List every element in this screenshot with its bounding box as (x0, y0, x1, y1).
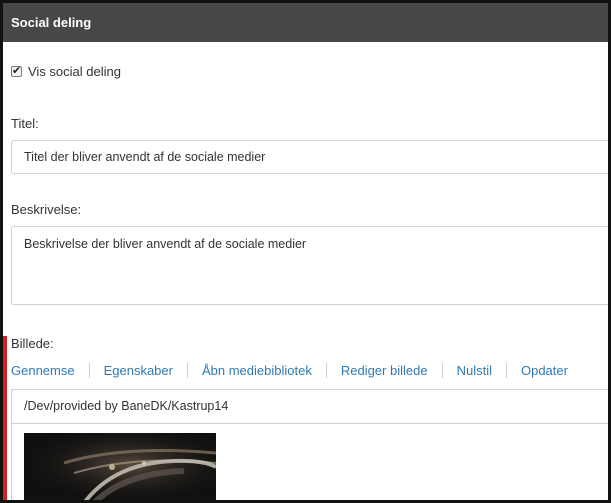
image-preview-area (11, 423, 608, 500)
toolbar-divider (88, 363, 90, 378)
reset-button[interactable]: Nulstil (457, 363, 492, 378)
image-path: /Dev/provided by BaneDK/Kastrup14 (11, 389, 608, 423)
image-toolbar: Gennemse Egenskaber Åbn mediebibliotek R… (11, 363, 568, 378)
validation-marker (3, 336, 7, 500)
description-label: Beskrivelse: (11, 202, 82, 217)
update-button[interactable]: Opdater (521, 363, 568, 378)
edit-image-button[interactable]: Rediger billede (341, 363, 428, 378)
image-label: Billede: (11, 336, 54, 351)
thumbnail-graphic (24, 433, 216, 500)
image-field: Billede: Gennemse Egenskaber Åbn mediebi… (3, 336, 608, 500)
toolbar-divider (441, 363, 443, 378)
description-textarea[interactable]: Beskrivelse der bliver anvendt af de soc… (11, 226, 608, 305)
image-thumbnail[interactable] (24, 433, 216, 500)
social-sharing-panel: Social deling Vis social deling Titel: T… (0, 0, 611, 503)
toolbar-divider (186, 363, 188, 378)
toolbar-divider (325, 363, 327, 378)
show-social-label: Vis social deling (28, 64, 121, 79)
title-input[interactable]: Titel der bliver anvendt af de sociale m… (11, 140, 608, 174)
panel-header: Social deling (3, 3, 608, 42)
title-label: Titel: (11, 116, 39, 131)
browse-button[interactable]: Gennemse (11, 363, 75, 378)
show-social-checkbox[interactable] (11, 64, 22, 77)
toolbar-divider (505, 363, 507, 378)
open-media-library-button[interactable]: Åbn mediebibliotek (202, 363, 312, 378)
show-social-row[interactable]: Vis social deling (11, 64, 121, 79)
properties-button[interactable]: Egenskaber (104, 363, 173, 378)
